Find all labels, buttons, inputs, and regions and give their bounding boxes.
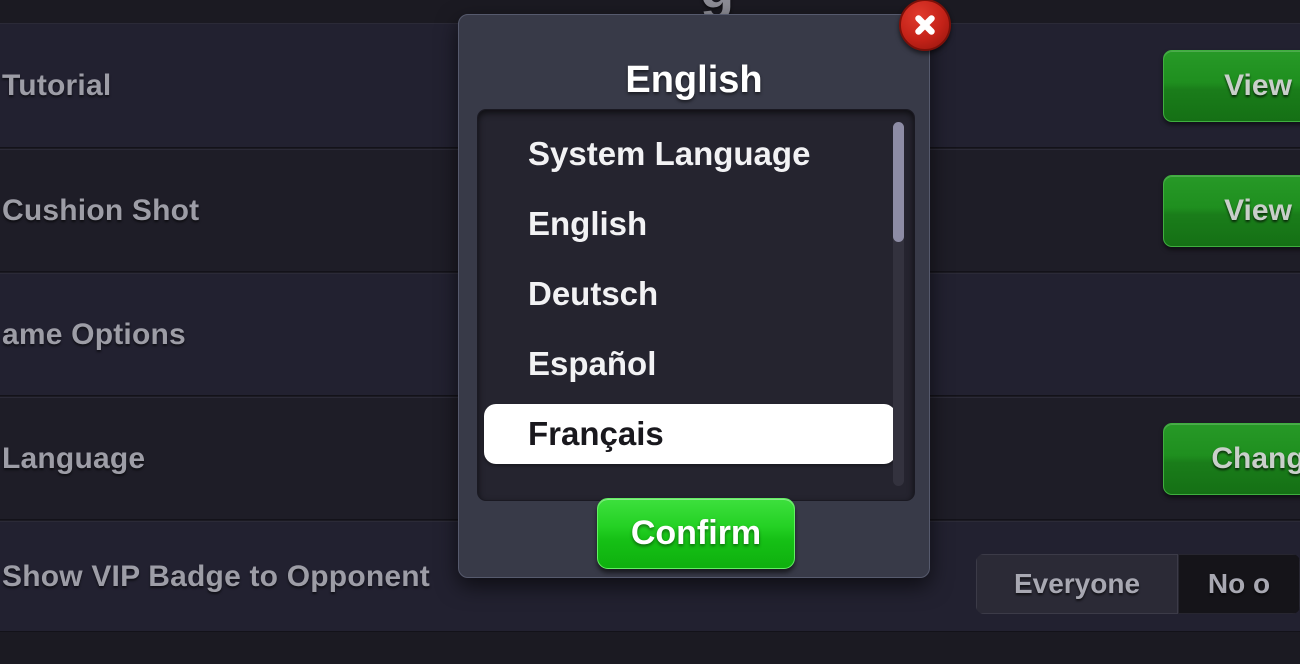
close-button[interactable] <box>899 0 951 51</box>
scrollbar-thumb[interactable] <box>893 122 904 243</box>
language-list-item[interactable]: English <box>484 194 896 254</box>
row-action-button[interactable]: View <box>1163 50 1300 122</box>
row-action-button[interactable]: Chang <box>1163 423 1300 495</box>
language-list-item[interactable]: Español <box>484 334 896 394</box>
language-list-item[interactable]: Deutsch <box>484 264 896 324</box>
language-list-scrollbar[interactable] <box>893 122 904 486</box>
row-action-button-label: View <box>1224 69 1292 102</box>
settings-row-label: Show VIP Badge to Opponent <box>2 559 430 593</box>
close-x-icon <box>910 10 940 40</box>
row-action-button-label: View <box>1224 194 1292 227</box>
segment-option[interactable]: No o <box>1178 554 1300 614</box>
language-list-panel: System Language English Deutsch Español Fran… <box>477 109 915 501</box>
language-list[interactable]: System Language English Deutsch Español Fran… <box>478 110 914 500</box>
segment-option[interactable]: Everyone <box>976 554 1178 614</box>
dialog-title: English <box>625 59 763 101</box>
settings-row-label: ame Options <box>2 317 186 351</box>
row-action-button[interactable]: View <box>1163 175 1300 247</box>
language-list-item[interactable]: System Language <box>484 124 896 184</box>
confirm-button[interactable]: Confirm <box>597 498 795 569</box>
settings-row-label: Tutorial <box>2 68 112 102</box>
settings-row-label: Cushion Shot <box>2 193 200 227</box>
language-selection-dialog: English System Language English Deutsch Esp… <box>458 0 951 578</box>
row-action-button-label: Chang <box>1211 442 1300 475</box>
language-list-item[interactable]: Français <box>484 404 896 464</box>
settings-row-label: Language <box>2 441 146 475</box>
confirm-button-label: Confirm <box>630 514 762 552</box>
vip-badge-segmented-control: Everyone No o <box>976 554 1300 614</box>
